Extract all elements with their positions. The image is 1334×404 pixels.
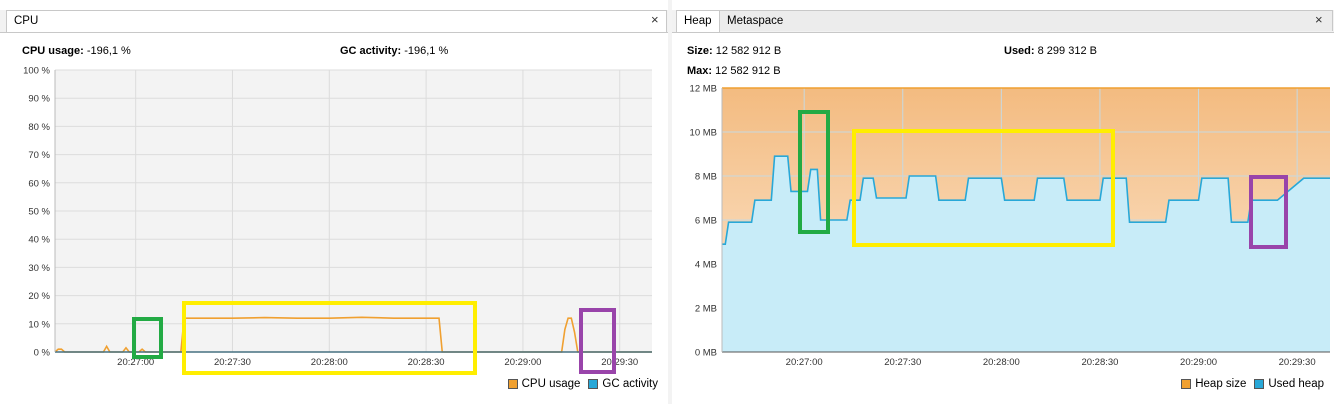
legend-cpu-usage[interactable]: CPU usage [507, 378, 581, 390]
y-tick-label: 4 MB [695, 260, 717, 271]
y-tick-label: 0 % [34, 348, 51, 359]
cpu-legend: CPU usage GC activity [500, 378, 658, 390]
y-tick-label: 2 MB [695, 304, 717, 315]
x-tick-label: 20:28:30 [408, 357, 445, 368]
y-tick-label: 10 MB [690, 128, 717, 139]
legend-gc-activity-swatch [588, 379, 599, 389]
x-tick-label: 20:27:30 [884, 357, 921, 368]
legend-gc-activity[interactable]: GC activity [588, 378, 658, 390]
y-tick-label: 40 % [28, 235, 50, 246]
heap-panel: Heap Metaspace × Size: 12 582 912 B Max:… [672, 0, 1334, 404]
legend-used-heap[interactable]: Used heap [1254, 378, 1324, 390]
x-tick-label: 20:27:00 [786, 357, 823, 368]
y-tick-label: 30 % [28, 263, 50, 274]
legend-heap-size[interactable]: Heap size [1181, 378, 1246, 390]
legend-cpu-usage-swatch [507, 379, 518, 389]
legend-cpu-usage-label: CPU usage [521, 378, 581, 390]
cpu-panel: CPU × CPU usage: -196,1 % GC activity: -… [0, 0, 668, 404]
x-tick-label: 20:29:30 [1279, 357, 1316, 368]
x-tick-label: 20:27:30 [214, 357, 251, 368]
y-tick-label: 6 MB [695, 216, 717, 227]
y-tick-label: 0 MB [695, 348, 717, 359]
legend-used-heap-label: Used heap [1268, 378, 1324, 390]
y-tick-label: 60 % [28, 178, 50, 189]
y-tick-label: 10 % [28, 319, 50, 330]
x-tick-label: 20:28:00 [983, 357, 1020, 368]
legend-heap-size-label: Heap size [1195, 378, 1247, 390]
x-tick-label: 20:29:30 [601, 357, 638, 368]
y-tick-label: 8 MB [695, 172, 717, 183]
legend-used-heap-swatch [1254, 379, 1265, 389]
y-tick-label: 50 % [28, 207, 50, 218]
y-tick-label: 20 % [28, 291, 50, 302]
x-tick-label: 20:29:00 [504, 357, 541, 368]
x-tick-label: 20:28:30 [1081, 357, 1118, 368]
y-tick-label: 80 % [28, 122, 50, 133]
cpu-chart: 0 % 10 % 20 % 30 % 40 % 50 % 60 % 70 % 80 % 90 % 1… [23, 66, 652, 375]
y-tick-label: 70 % [28, 150, 50, 161]
y-tick-label: 90 % [28, 94, 50, 105]
x-tick-label: 20:29:00 [1180, 357, 1217, 368]
heap-chart: 0 MB 2 MB 4 MB 6 MB 8 MB 10 MB 12 MB 20:27:00 20… [690, 84, 1330, 368]
y-tick-label: 12 MB [690, 84, 717, 95]
x-tick-label: 20:28:00 [311, 357, 348, 368]
y-tick-label: 100 % [23, 66, 50, 77]
legend-heap-size-swatch [1181, 379, 1192, 389]
legend-gc-activity-label: GC activity [602, 378, 658, 390]
heap-legend: Heap size Used heap [1173, 378, 1324, 390]
